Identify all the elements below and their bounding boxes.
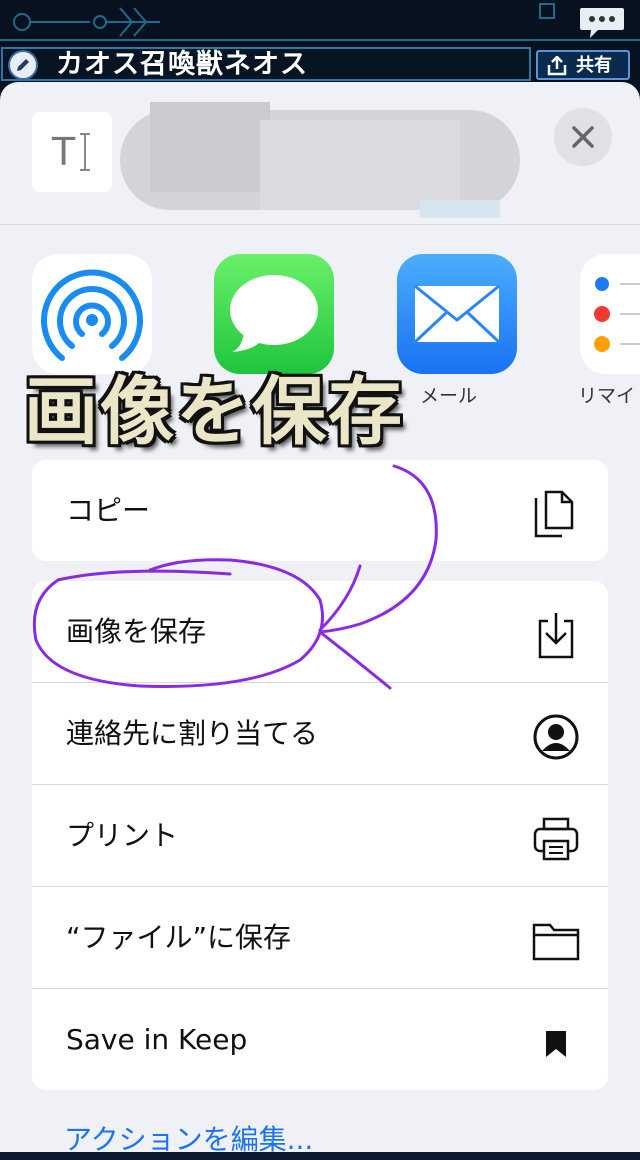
share-icon xyxy=(547,56,567,76)
mail-app[interactable] xyxy=(397,254,517,374)
action-group-main: 画像を保存 連絡先に割り当てる プリント “ファイル”に保存 Save in K… xyxy=(32,581,608,1090)
action-save-to-files[interactable]: “ファイル”に保存 xyxy=(32,887,608,989)
messages-app[interactable] xyxy=(214,254,334,374)
messages-icon xyxy=(230,275,318,352)
action-save-image-label: 画像を保存 xyxy=(66,615,207,648)
airdrop-app[interactable] xyxy=(32,254,152,374)
save-image-icon xyxy=(538,613,574,659)
action-group-copy: コピー xyxy=(32,460,608,561)
action-assign-contact[interactable]: 連絡先に割り当てる xyxy=(32,683,608,785)
reminders-icon xyxy=(593,275,640,352)
action-print-label: プリント xyxy=(66,819,179,852)
overlay-caption: 画像を保存 xyxy=(24,369,404,455)
close-icon xyxy=(572,126,594,148)
edit-icon[interactable] xyxy=(8,50,38,80)
chat-bubble-icon[interactable] xyxy=(578,6,626,40)
game-title: カオス召喚獣ネオス xyxy=(56,49,308,80)
action-assign-contact-label: 連絡先に割り当てる xyxy=(66,717,319,750)
action-save-in-keep[interactable]: Save in Keep xyxy=(32,989,608,1090)
mail-icon xyxy=(413,284,501,344)
edit-actions-link[interactable]: アクションを編集... xyxy=(64,1120,313,1160)
action-save-image[interactable]: 画像を保存 xyxy=(32,581,608,683)
share-button[interactable]: 共有 xyxy=(536,50,630,80)
reminders-app[interactable] xyxy=(580,254,640,374)
action-copy-label: コピー xyxy=(66,494,151,527)
action-save-to-files-label: “ファイル”に保存 xyxy=(66,921,292,954)
game-header: カオス召喚獣ネオス 共有 xyxy=(0,0,640,90)
action-save-in-keep-label: Save in Keep xyxy=(66,1023,248,1056)
close-button[interactable] xyxy=(554,108,612,166)
preview-thumbnail: T xyxy=(32,112,112,192)
bookmark-icon xyxy=(546,1031,566,1057)
reminders-app-label: リマイ xyxy=(578,385,636,407)
printer-icon xyxy=(533,817,579,861)
copy-icon xyxy=(534,490,574,538)
share-label: 共有 xyxy=(576,55,612,76)
text-document-icon: T xyxy=(52,130,76,174)
action-copy[interactable]: コピー xyxy=(32,460,608,561)
contact-icon xyxy=(533,714,579,760)
action-print[interactable]: プリント xyxy=(32,785,608,887)
airdrop-icon xyxy=(41,269,143,361)
mail-app-label: メール xyxy=(420,385,478,407)
blurred-preview-title xyxy=(120,102,520,218)
circuit-decoration xyxy=(0,3,640,41)
divider xyxy=(0,224,640,225)
folder-icon xyxy=(532,923,580,961)
